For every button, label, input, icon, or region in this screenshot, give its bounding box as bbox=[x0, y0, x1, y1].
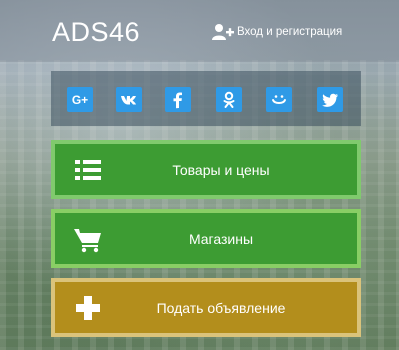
odnoklassniki-button[interactable] bbox=[216, 87, 242, 112]
twitter-icon bbox=[322, 93, 338, 107]
login-register-label: Вход и регистрация bbox=[237, 26, 343, 38]
goods-and-prices-button[interactable]: Товары и цены bbox=[51, 140, 361, 199]
twitter-button[interactable] bbox=[317, 87, 343, 112]
facebook-icon bbox=[173, 92, 182, 108]
goods-and-prices-label: Товары и цены bbox=[172, 161, 270, 178]
smile-icon bbox=[272, 94, 286, 104]
vk-icon bbox=[121, 95, 136, 104]
shops-button[interactable]: Магазины bbox=[51, 209, 361, 268]
header-bar: ADS46 Вход и регистрация bbox=[0, 0, 399, 62]
post-ad-label: Подать объявление bbox=[156, 299, 286, 316]
google-plus-icon: G+ bbox=[71, 92, 89, 107]
vk-button[interactable] bbox=[116, 87, 142, 112]
social-login-panel: G+ bbox=[51, 71, 361, 126]
site-logo[interactable]: ADS46 bbox=[52, 17, 140, 47]
facebook-button[interactable] bbox=[165, 87, 191, 112]
odnoklassniki-icon bbox=[223, 91, 235, 108]
post-ad-button[interactable]: Подать объявление bbox=[51, 278, 361, 337]
moi-mir-button[interactable] bbox=[266, 87, 292, 112]
login-register-link[interactable]: Вход и регистрация bbox=[211, 22, 342, 42]
user-add-icon bbox=[212, 24, 234, 40]
shops-label: Магазины bbox=[188, 230, 254, 247]
google-plus-button[interactable]: G+ bbox=[67, 87, 93, 112]
